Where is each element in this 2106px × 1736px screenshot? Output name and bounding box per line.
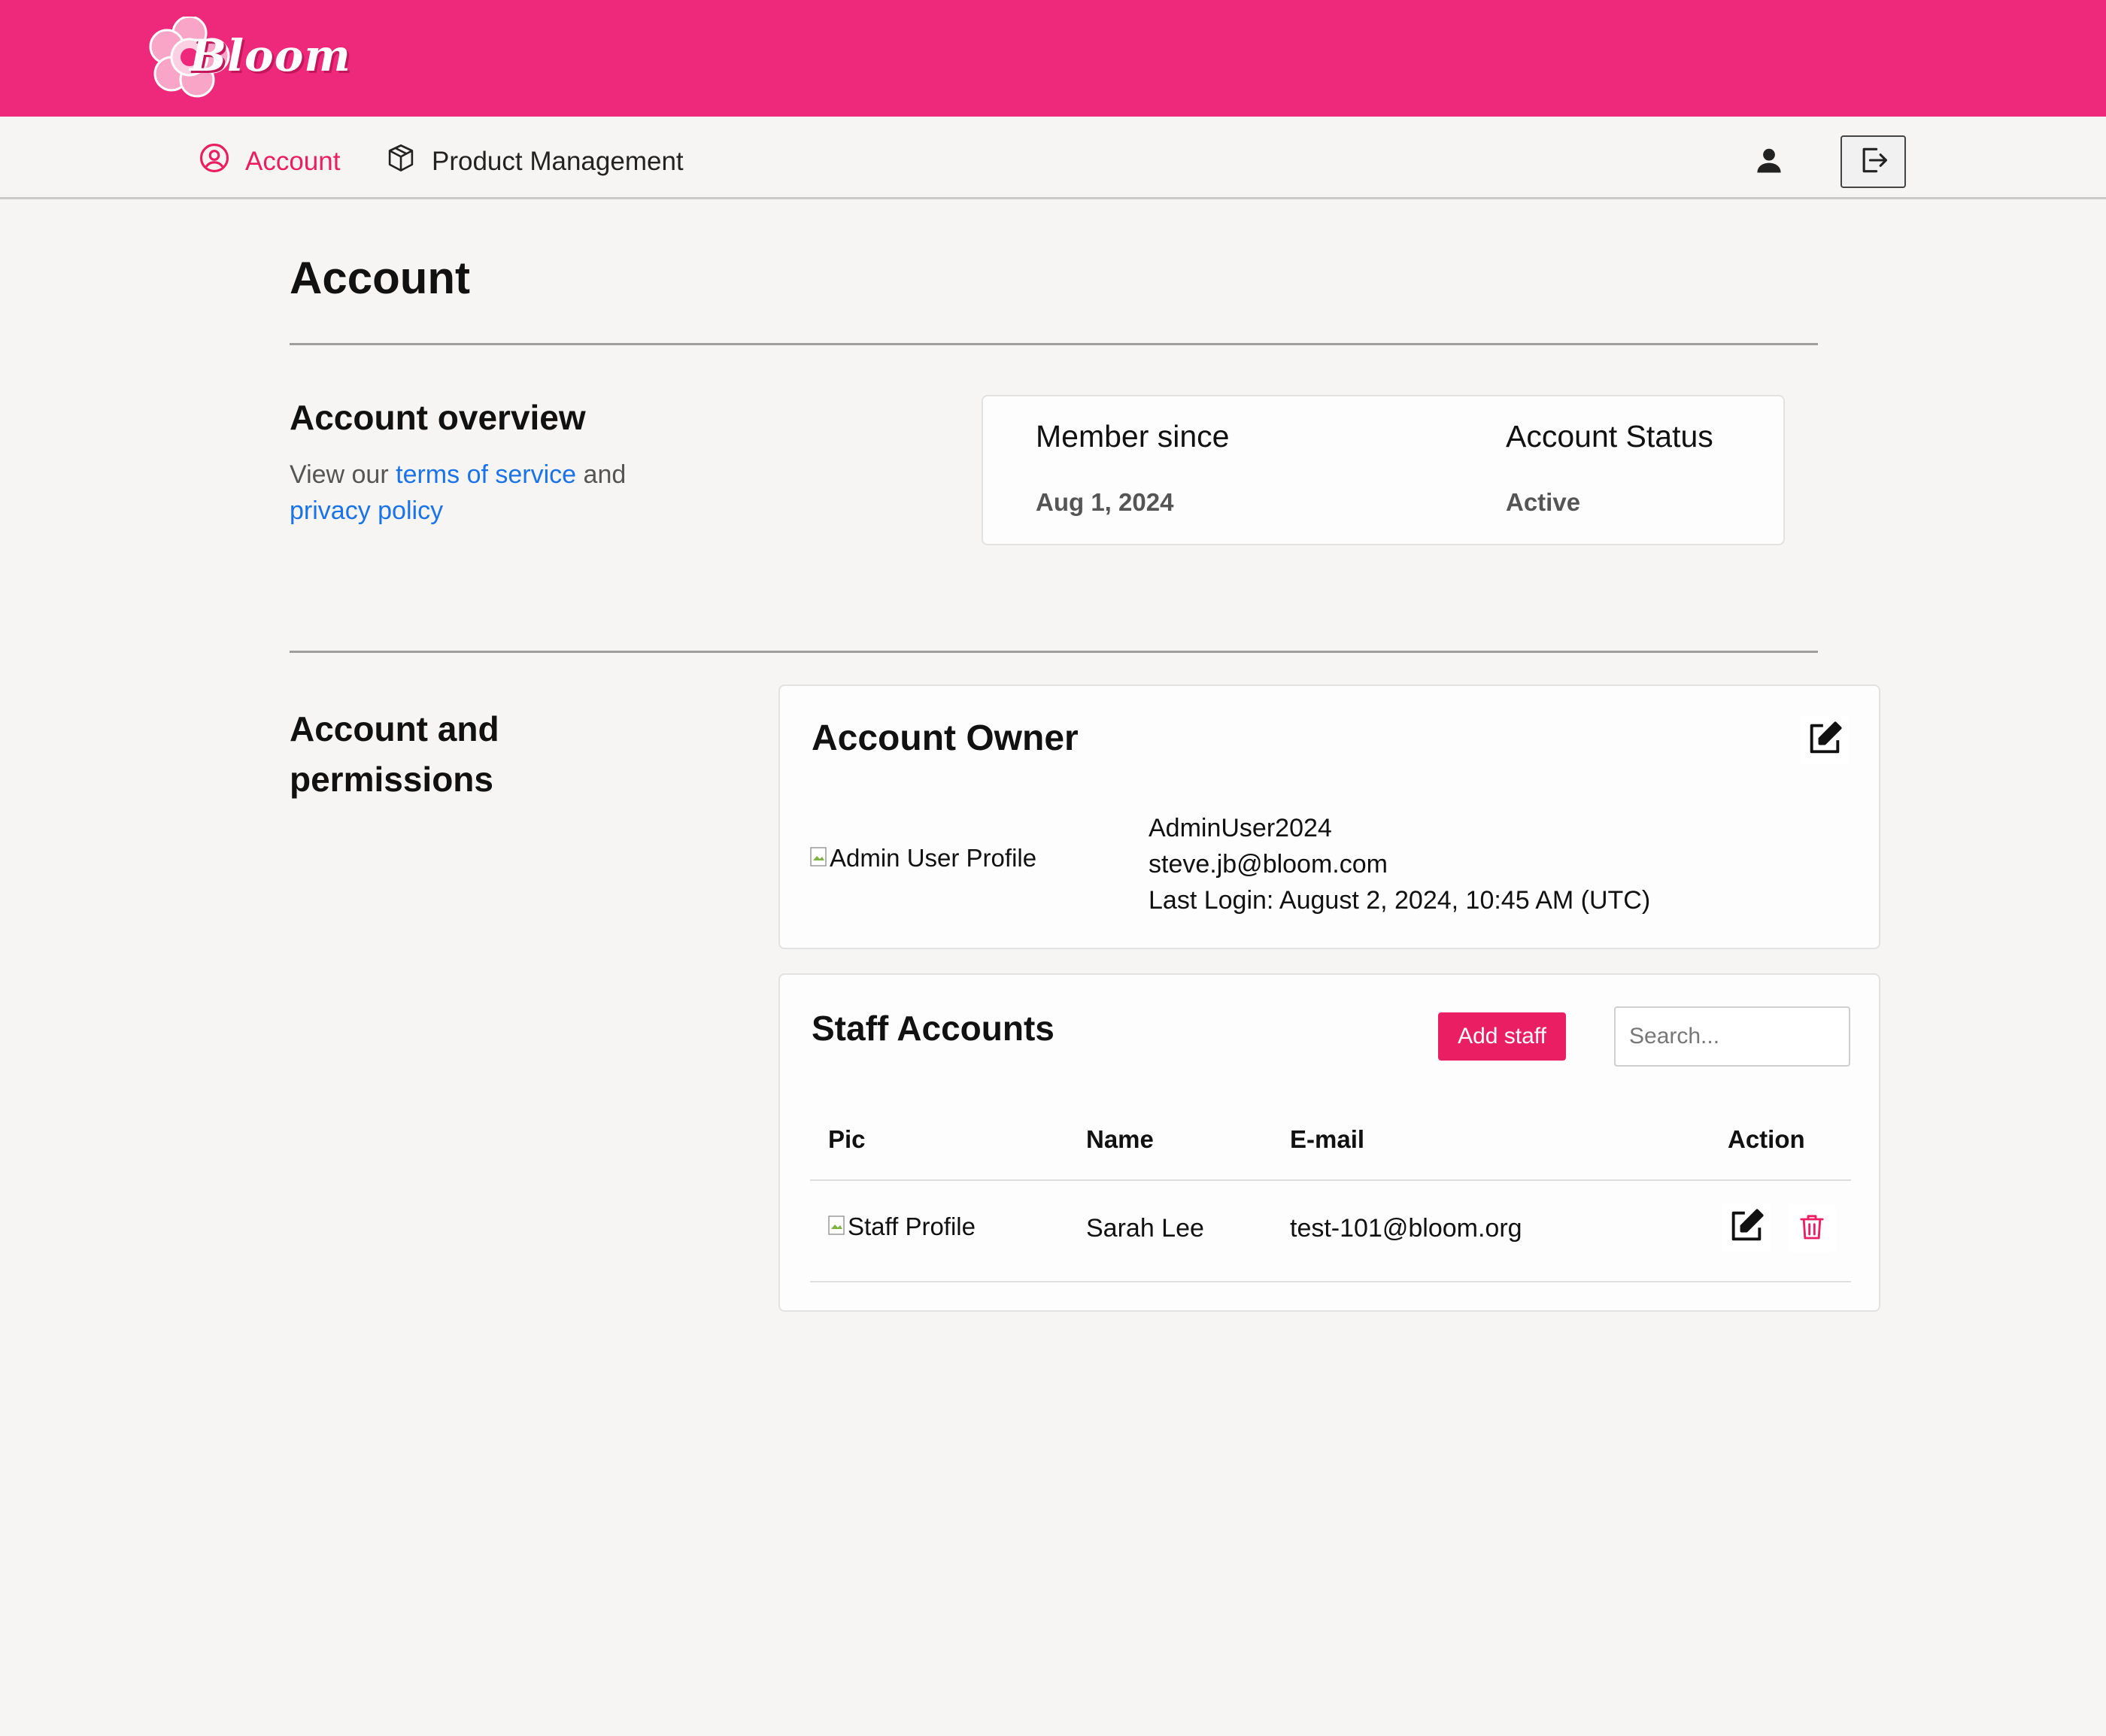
page-title: Account — [290, 253, 470, 303]
trash-icon — [1797, 1210, 1827, 1247]
nav-item-account[interactable]: Account — [199, 142, 340, 181]
owner-email: steve.jb@bloom.com — [1149, 850, 1388, 879]
edit-staff-button[interactable] — [1722, 1203, 1771, 1252]
staff-name: Sarah Lee — [1086, 1214, 1204, 1243]
terms-of-service-link[interactable]: terms of service — [396, 460, 576, 489]
member-since-label: Member since — [1036, 419, 1230, 454]
column-header-name: Name — [1086, 1125, 1154, 1153]
table-divider — [810, 1281, 1851, 1282]
add-staff-button[interactable]: Add staff — [1438, 1012, 1566, 1061]
edit-icon — [1805, 719, 1844, 762]
owner-info: AdminUser2024 steve.jb@bloom.com Last Lo… — [1149, 810, 1650, 918]
staff-search-input[interactable] — [1614, 1006, 1850, 1067]
column-header-pic: Pic — [828, 1125, 866, 1153]
edit-owner-button[interactable] — [1801, 716, 1849, 764]
edit-icon — [1727, 1206, 1766, 1249]
nav-bar: Account Product Management — [0, 117, 2106, 199]
account-status-label: Account Status — [1506, 419, 1713, 454]
divider — [290, 343, 1818, 345]
staff-accounts-card: Staff Accounts Add staff Pic Name E-mail… — [778, 973, 1880, 1312]
member-since-value: Aug 1, 2024 — [1036, 488, 1174, 516]
logo-text: Bloom — [190, 30, 351, 81]
staff-profile-image: Staff Profile — [828, 1212, 976, 1241]
broken-image-icon — [828, 1212, 845, 1241]
bloom-logo[interactable]: Bloom — [144, 17, 350, 98]
column-header-action: Action — [1728, 1125, 1805, 1153]
logout-button[interactable] — [1840, 135, 1906, 188]
overview-description: View our terms of service and privacy po… — [290, 457, 681, 529]
account-permissions-heading: Account and permissions — [290, 709, 499, 799]
divider — [290, 651, 1818, 653]
broken-image-icon — [810, 844, 827, 873]
nav-item-label: Account — [245, 146, 341, 176]
staff-image-alt: Staff Profile — [848, 1212, 976, 1240]
account-overview-heading: Account overview — [290, 398, 586, 437]
delete-staff-button[interactable] — [1788, 1204, 1836, 1252]
account-owner-card: Account Owner Admin User Profile AdminUs… — [778, 684, 1880, 949]
admin-profile-image: Admin User Profile — [810, 844, 1036, 873]
staff-accounts-title: Staff Accounts — [812, 1009, 1055, 1048]
box-icon — [385, 142, 417, 181]
nav-item-label: Product Management — [432, 146, 684, 176]
account-status-value: Active — [1506, 488, 1581, 516]
logout-icon — [1857, 144, 1890, 181]
desc-and: and — [583, 460, 627, 489]
owner-last-login: Last Login: August 2, 2024, 10:45 AM (UT… — [1149, 886, 1651, 915]
top-bar: Bloom — [0, 0, 2106, 117]
user-circle-icon — [199, 142, 230, 181]
admin-image-alt: Admin User Profile — [830, 844, 1037, 872]
column-header-email: E-mail — [1290, 1125, 1365, 1153]
privacy-policy-link[interactable]: privacy policy — [290, 496, 443, 525]
account-owner-title: Account Owner — [812, 718, 1079, 758]
account-overview-card: Member since Aug 1, 2024 Account Status … — [982, 395, 1785, 545]
owner-username: AdminUser2024 — [1149, 814, 1332, 842]
table-divider — [810, 1179, 1851, 1181]
person-icon[interactable] — [1752, 144, 1786, 177]
nav-item-product-management[interactable]: Product Management — [385, 142, 684, 181]
desc-prefix: View our — [290, 460, 389, 489]
staff-email: test-101@bloom.org — [1290, 1214, 1522, 1243]
